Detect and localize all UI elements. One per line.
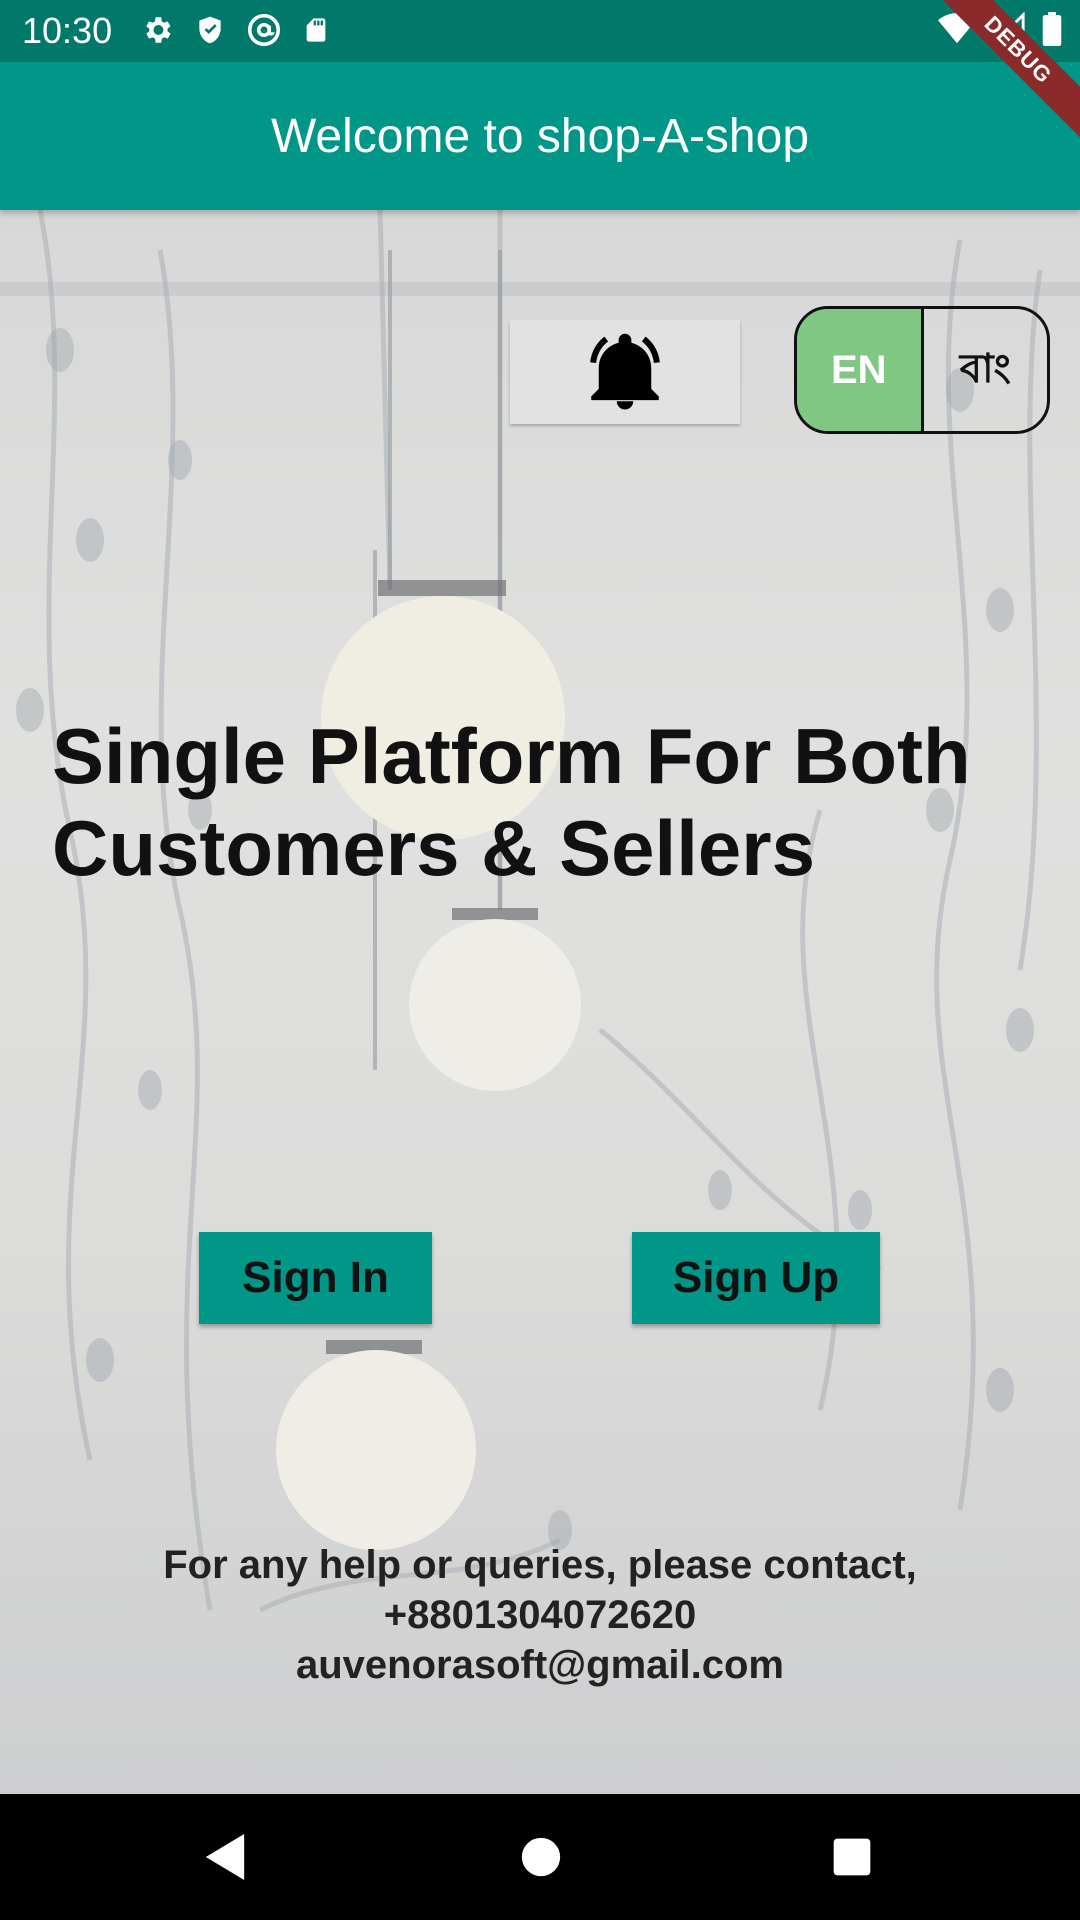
navigation-bar [0, 1794, 1080, 1920]
contact-phone[interactable]: +8801304072620 [0, 1590, 1080, 1640]
hero-headline: Single Platform For Both Customers & Sel… [52, 710, 1032, 894]
gear-icon [146, 17, 171, 43]
sd-card-icon [306, 18, 326, 42]
battery-icon [1042, 12, 1062, 46]
main-content: EN বাং Single Platform For Both Customer… [0, 210, 1080, 1794]
shield-icon [199, 16, 221, 44]
contact-line: For any help or queries, please contact, [163, 1543, 917, 1587]
status-bar: 10:30 [0, 0, 1080, 62]
notification-button[interactable] [510, 320, 740, 424]
sign-up-button[interactable]: Sign Up [632, 1232, 880, 1324]
sign-in-button[interactable]: Sign In [199, 1232, 432, 1324]
hero-line-2: Customers & Sellers [52, 804, 815, 892]
contact-email[interactable]: auvenorasoft@gmail.com [0, 1640, 1080, 1690]
status-time: 10:30 [22, 10, 113, 51]
status-icons-left [140, 12, 330, 48]
language-toggle: EN বাং [794, 306, 1050, 434]
back-icon[interactable] [202, 1832, 248, 1882]
contact-info: For any help or queries, please contact,… [0, 1540, 1080, 1690]
bell-icon [590, 333, 660, 410]
lang-option-en[interactable]: EN [797, 309, 924, 431]
at-sign-icon [247, 13, 281, 47]
app-title: Welcome to shop-A-shop [270, 109, 810, 163]
recents-icon[interactable] [830, 1832, 874, 1882]
hero-line-1: Single Platform For Both [52, 712, 971, 800]
home-icon[interactable] [518, 1832, 564, 1882]
lang-option-bn[interactable]: বাং [924, 309, 1048, 431]
app-bar: Welcome to shop-A-shop [0, 62, 1080, 210]
